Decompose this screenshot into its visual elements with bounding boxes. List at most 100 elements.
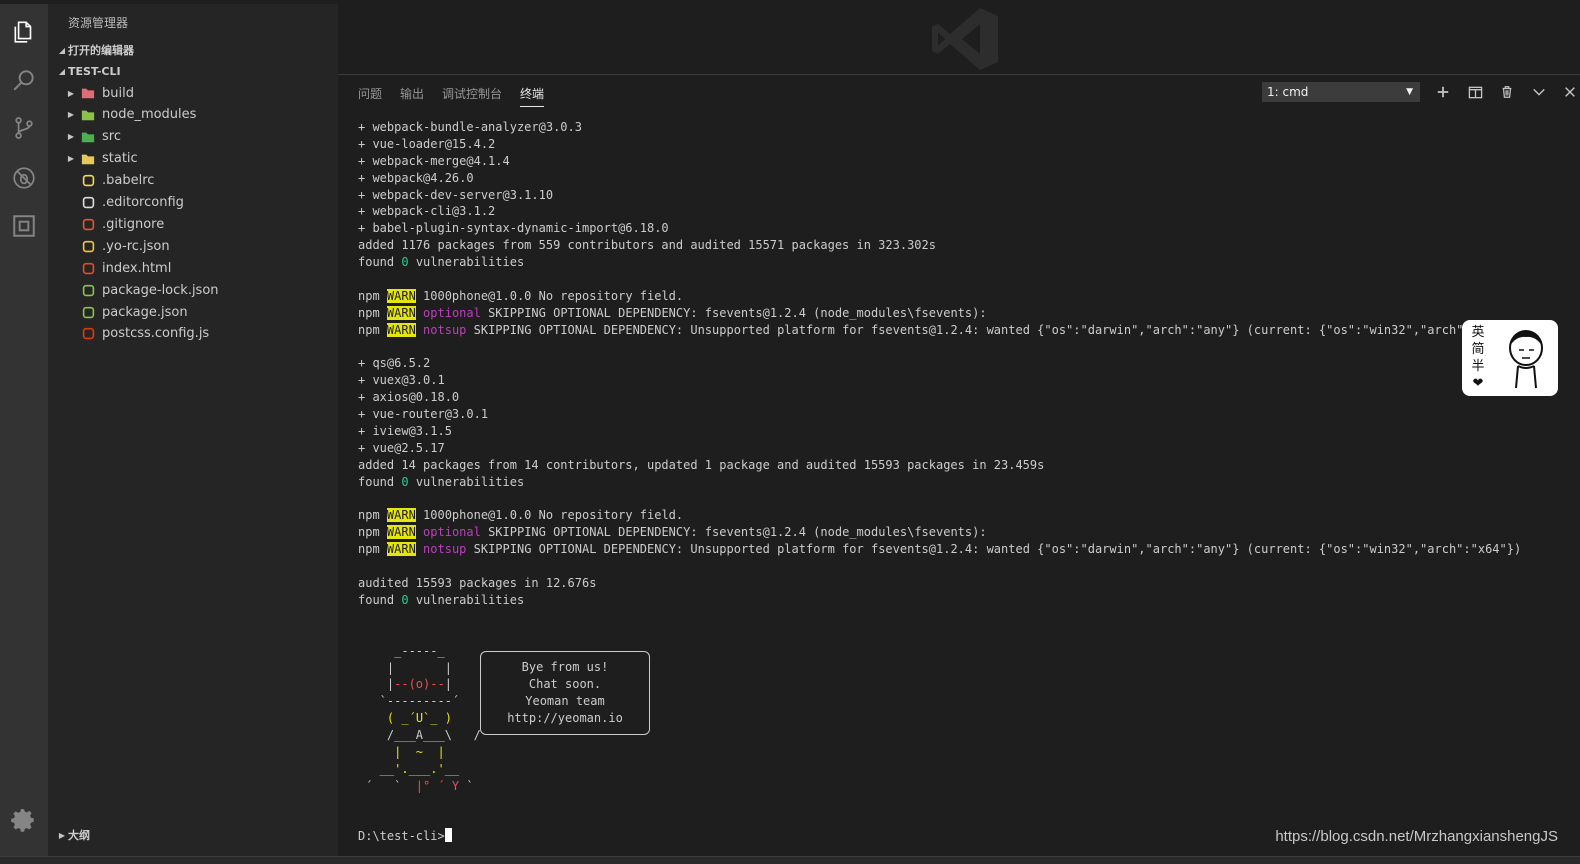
split-terminal-icon[interactable] (1466, 83, 1484, 101)
terminal-text: WARN (386, 322, 416, 337)
terminal-line: + vue-router@3.0.1 (358, 406, 1521, 423)
debug-icon[interactable] (0, 154, 48, 202)
search-icon[interactable] (0, 56, 48, 104)
tab-debug-console[interactable]: 调试控制台 (442, 85, 502, 107)
tree-item-label: node_modules (102, 107, 197, 123)
tree-item-index-html[interactable]: index.html (48, 257, 338, 279)
chevron-down-icon[interactable] (1530, 83, 1548, 101)
terminal-text: + vue-router@3.0.1 (358, 407, 489, 422)
project-label: TEST-CLI (68, 65, 121, 78)
terminal-text: 0 (401, 592, 409, 607)
trash-icon[interactable] (1498, 83, 1516, 101)
close-panel-icon[interactable] (1562, 83, 1578, 101)
terminal-text: D:\test-cli> (358, 829, 445, 844)
terminal-select[interactable]: 1: cmd ▼ (1262, 82, 1420, 102)
terminal-text: ( (386, 711, 402, 726)
ime-char: 简 (1471, 342, 1485, 357)
collapse-triangle-icon: ◢ (58, 45, 66, 55)
terminal-text: __ (358, 761, 395, 776)
terminal-line: audited 15593 packages in 12.676s (358, 575, 1521, 592)
terminal-line: found 0 vulnerabilities (358, 474, 1521, 491)
terminal-text: npm (358, 508, 387, 523)
expand-arrow-icon: ▶ (67, 88, 75, 98)
tree-item-babelrc[interactable]: .babelrc (48, 170, 338, 192)
tree-item-package-json[interactable]: package.json (48, 301, 338, 323)
tree-item-postcss-config-js[interactable]: postcss.config.js (48, 323, 338, 345)
terminal-text: npm (358, 542, 387, 557)
terminal-text: npm (358, 288, 387, 303)
tab-problems[interactable]: 问题 (358, 85, 382, 107)
tree-item-static[interactable]: ▶ static (48, 148, 338, 170)
tree-item-build[interactable]: ▶ build (48, 82, 338, 104)
terminal-text: ) (437, 711, 452, 726)
terminal-text: WARN (386, 525, 416, 540)
yeoman-message: Bye from us! Chat soon. Yeoman team http… (480, 659, 650, 727)
terminal-output[interactable]: + webpack-bundle-analyzer@3.0.3 + vue-loa… (358, 119, 1521, 845)
terminal-text: + iview@3.1.5 (358, 424, 452, 439)
tab-terminal[interactable]: 终端 (520, 85, 545, 107)
tree-item-package-lock-json[interactable]: package-lock.json (48, 279, 338, 301)
terminal-line: + vue-loader@15.4.2 (358, 136, 1521, 153)
terminal-text: + webpack@4.26.0 (358, 170, 474, 185)
tree-item-node-modules[interactable]: ▶ node_modules (48, 104, 338, 126)
tree-item-label: build (102, 85, 134, 101)
terminal-text: --(o)-- (394, 677, 445, 692)
extensions-icon[interactable] (0, 202, 48, 250)
yeoman-line: Chat soon. (528, 676, 602, 691)
expand-arrow-icon: ▶ (67, 132, 75, 142)
tree-item-gitignore[interactable]: .gitignore (48, 213, 338, 235)
terminal-cursor (444, 828, 452, 843)
terminal-text: + webpack-merge@4.1.4 (358, 153, 510, 168)
panel-tabs: 问题 输出 调试控制台 终端 (358, 85, 545, 107)
explorer-icon[interactable] (0, 8, 48, 56)
terminal-line: + vuex@3.0.1 (358, 372, 1521, 389)
activity-bar (0, 4, 48, 856)
terminal-text: ` (459, 778, 481, 793)
tree-item-label: package-lock.json (102, 282, 219, 298)
status-bar (0, 856, 1580, 864)
tree-item-label: .yo-rc.json (102, 238, 170, 254)
tree-item-yo-rc-json[interactable]: .yo-rc.json (48, 235, 338, 257)
terminal-line: + webpack-cli@3.1.2 (358, 203, 1521, 220)
terminal-text: SKIPPING OPTIONAL DEPENDENCY: fsevents@1… (480, 305, 987, 320)
terminal-line: npm WARN 1000phone@1.0.0 No repository f… (358, 288, 1521, 305)
editorconfig-icon (80, 195, 96, 211)
terminal-text: SKIPPING OPTIONAL DEPENDENCY: Unsupporte… (466, 322, 1500, 337)
tab-output[interactable]: 输出 (400, 85, 424, 107)
terminal-text: optional (423, 525, 481, 540)
ime-char: ❤ (1472, 376, 1484, 391)
json-icon (80, 238, 96, 254)
ime-char: 半 (1471, 359, 1485, 374)
ime-status-widget[interactable]: 英 简 半 ❤ (1462, 320, 1558, 396)
tree-item-label: .gitignore (102, 216, 165, 232)
source-control-icon[interactable] (0, 104, 48, 152)
terminal-text: npm (358, 322, 387, 337)
terminal-text: |° ´ Y (415, 778, 460, 793)
terminal-text: + axios@0.18.0 (358, 390, 460, 405)
terminal-text: + babel-plugin-syntax-dynamic-import@6.1… (358, 221, 669, 236)
tree-item-editorconfig[interactable]: .editorconfig (48, 192, 338, 214)
new-terminal-plus-icon[interactable] (1434, 83, 1452, 101)
project-header[interactable]: ◢ TEST-CLI (56, 65, 121, 78)
yeoman-line: Bye from us! (521, 660, 609, 674)
folder-build-icon (80, 85, 96, 101)
terminal-text: _-----_ (358, 643, 481, 658)
npm-icon (80, 282, 96, 298)
terminal-line: found 0 vulnerabilities (358, 254, 1521, 271)
terminal-text: + vue-loader@15.4.2 (358, 136, 496, 151)
terminal-line: added 1176 packages from 559 contributor… (358, 237, 1521, 254)
terminal-line: + webpack@4.26.0 (358, 170, 1521, 187)
open-editors-header[interactable]: ◢ 打开的编辑器 (56, 42, 134, 58)
tree-item-src[interactable]: ▶ src (48, 126, 338, 148)
terminal-line: + iview@3.1.5 (358, 423, 1521, 440)
outline-header[interactable]: ▶ 大纲 (56, 827, 90, 843)
terminal-text: __ (444, 761, 481, 776)
settings-gear-icon[interactable] (0, 796, 48, 844)
